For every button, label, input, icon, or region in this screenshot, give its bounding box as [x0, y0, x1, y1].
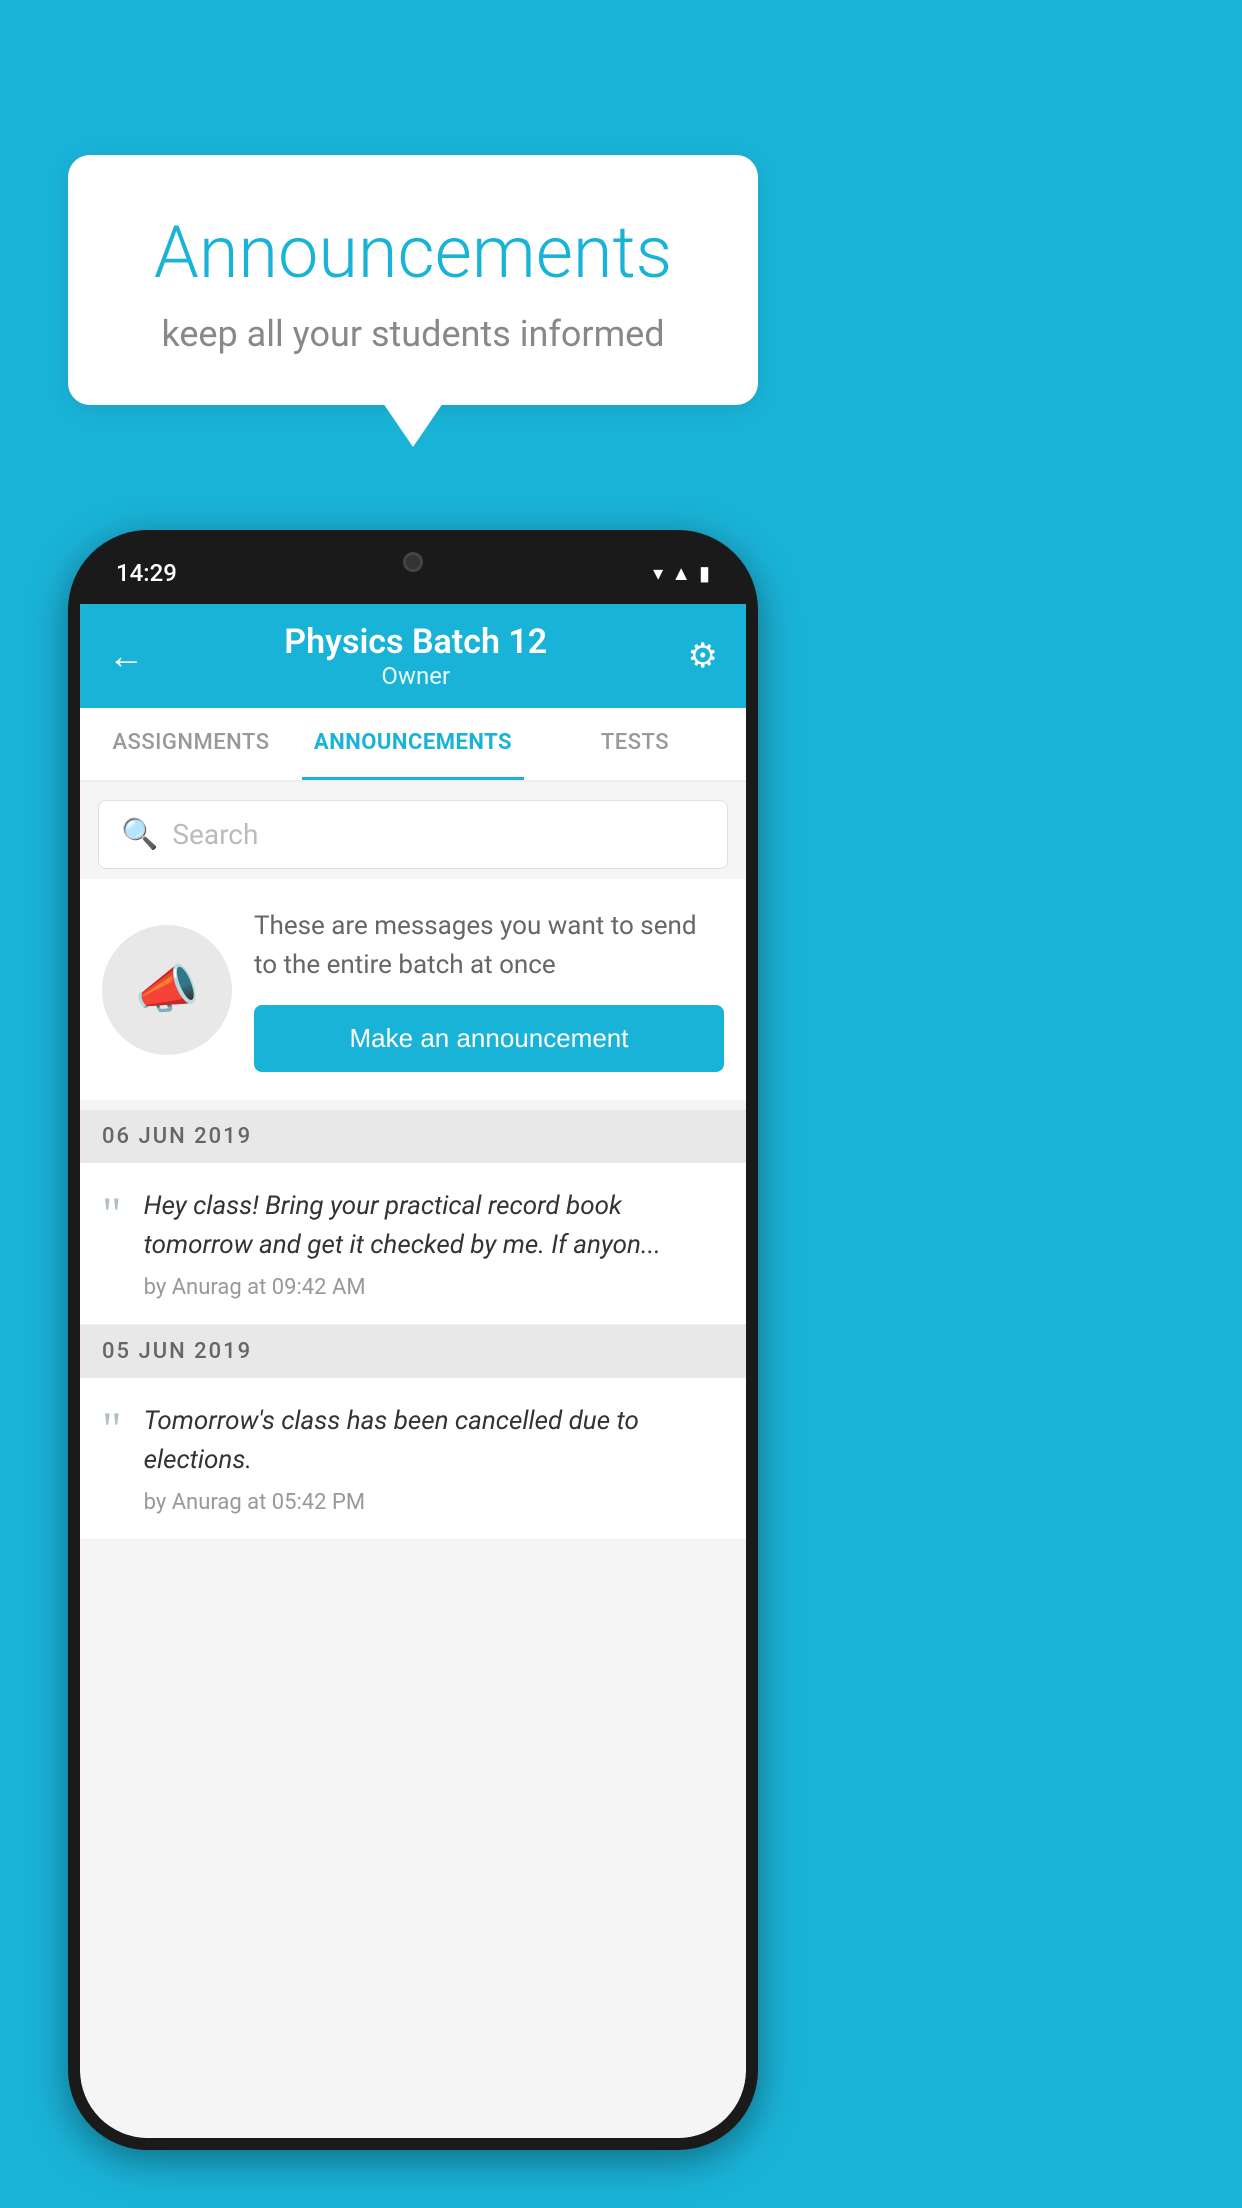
battery-icon: ▮ — [699, 561, 710, 585]
tab-tests[interactable]: TESTS — [524, 708, 746, 780]
status-icons: ▾ ▲ ▮ — [653, 561, 710, 586]
promo-card: 📣 These are messages you want to send to… — [80, 879, 746, 1100]
announcement-meta-2: by Anurag at 05:42 PM — [144, 1490, 724, 1515]
phone-device: 14:29 ▾ ▲ ▮ ← Physics Batch 12 Owner ⚙ A… — [68, 530, 758, 2150]
camera — [403, 552, 423, 572]
search-bar[interactable]: 🔍 Search — [98, 800, 728, 869]
wifi-icon: ▾ — [653, 561, 663, 585]
quote-icon-1: " — [102, 1191, 122, 1239]
settings-icon[interactable]: ⚙ — [688, 636, 718, 676]
app-header: ← Physics Batch 12 Owner ⚙ — [80, 604, 746, 708]
promo-description: These are messages you want to send to t… — [254, 907, 724, 985]
speech-bubble-card: Announcements keep all your students inf… — [68, 155, 758, 405]
power-button — [752, 792, 758, 902]
tab-assignments[interactable]: ASSIGNMENTS — [80, 708, 302, 780]
main-content: 🔍 Search 📣 These are messages you want t… — [80, 782, 746, 2138]
header-center: Physics Batch 12 Owner — [284, 622, 547, 690]
announcement-content-1: Hey class! Bring your practical record b… — [144, 1187, 724, 1300]
search-icon: 🔍 — [121, 817, 158, 852]
megaphone-circle: 📣 — [102, 925, 232, 1055]
make-announcement-button[interactable]: Make an announcement — [254, 1005, 724, 1072]
back-button[interactable]: ← — [108, 635, 144, 677]
tab-bar: ASSIGNMENTS ANNOUNCEMENTS TESTS — [80, 708, 746, 782]
bubble-subtitle: keep all your students informed — [108, 313, 718, 355]
promo-content: These are messages you want to send to t… — [254, 907, 724, 1072]
phone-notch — [353, 542, 473, 578]
phone-screen: ← Physics Batch 12 Owner ⚙ ASSIGNMENTS A… — [80, 604, 746, 2138]
announcement-content-2: Tomorrow's class has been cancelled due … — [144, 1402, 724, 1515]
date-separator-2: 05 JUN 2019 — [80, 1325, 746, 1378]
batch-name: Physics Batch 12 — [284, 622, 547, 662]
announcement-item-1: " Hey class! Bring your practical record… — [80, 1163, 746, 1325]
signal-icon: ▲ — [671, 561, 691, 586]
announcement-text-2: Tomorrow's class has been cancelled due … — [144, 1402, 724, 1480]
bubble-title: Announcements — [108, 210, 718, 295]
announcement-item-2: " Tomorrow's class has been cancelled du… — [80, 1378, 746, 1540]
megaphone-icon: 📣 — [135, 959, 200, 1020]
status-time: 14:29 — [116, 559, 177, 587]
date-separator-1: 06 JUN 2019 — [80, 1110, 746, 1163]
announcement-meta-1: by Anurag at 09:42 AM — [144, 1275, 724, 1300]
announcement-text-1: Hey class! Bring your practical record b… — [144, 1187, 724, 1265]
status-bar: 14:29 ▾ ▲ ▮ — [80, 542, 746, 604]
quote-icon-2: " — [102, 1406, 122, 1454]
user-role: Owner — [284, 662, 547, 690]
tab-announcements[interactable]: ANNOUNCEMENTS — [302, 708, 524, 780]
search-placeholder: Search — [172, 818, 258, 851]
